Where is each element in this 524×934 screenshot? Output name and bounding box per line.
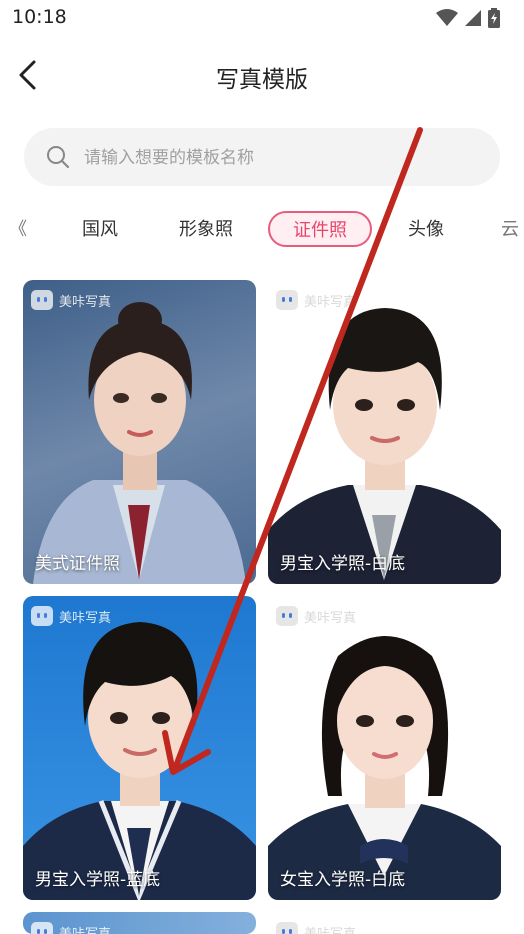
battery-icon [488, 8, 500, 28]
template-card[interactable]: 美咔写真 男宝入学照-蓝底 [23, 596, 256, 900]
watermark: 美咔写真 [31, 922, 111, 934]
status-bar: 10:18 [0, 0, 524, 36]
template-card[interactable]: 美咔写真 [23, 912, 256, 934]
template-card[interactable]: 美咔写真 男宝入学照-白底 [268, 280, 501, 584]
wifi-icon [436, 9, 458, 26]
card-caption: 男宝入学照-白底 [280, 554, 406, 574]
status-icons [436, 8, 500, 28]
brand-logo-icon [276, 922, 298, 934]
brand-logo-icon [31, 922, 53, 934]
status-time: 10:18 [12, 6, 67, 28]
tab-partial-right[interactable]: 云 [500, 206, 520, 254]
category-tabs: 《 国风 形象照 证件照 头像 云 [0, 206, 524, 254]
search-icon [47, 146, 70, 169]
tab-xingxiangzhao[interactable]: 形象照 [168, 206, 244, 254]
tab-touxiang[interactable]: 头像 [396, 206, 456, 254]
template-card[interactable]: 美咔写真 美式证件照 [23, 280, 256, 584]
watermark: 美咔写真 [276, 922, 356, 934]
search-input[interactable] [82, 128, 486, 188]
watermark: 美咔写真 [276, 290, 356, 310]
watermark: 美咔写真 [276, 606, 356, 626]
template-card[interactable]: 美咔写真 女宝入学照-白底 [268, 596, 501, 900]
portrait-image [33, 302, 246, 584]
tab-zhengjianzhao[interactable]: 证件照 [268, 211, 372, 247]
page-title: 写真模版 [216, 67, 308, 93]
template-card[interactable]: 美咔写真 [268, 912, 501, 934]
watermark: 美咔写真 [31, 290, 111, 310]
portrait-image [23, 622, 256, 900]
search-bar[interactable] [24, 128, 500, 188]
watermark: 美咔写真 [31, 606, 111, 626]
tab-guofeng[interactable]: 国风 [70, 206, 130, 254]
portrait-image [268, 308, 501, 584]
brand-logo-icon [31, 606, 53, 626]
nav-bar: 写真模版 [0, 46, 524, 106]
portrait-image [268, 636, 501, 900]
signal-icon [465, 10, 481, 26]
brand-logo-icon [276, 606, 298, 626]
card-caption: 女宝入学照-白底 [280, 870, 406, 890]
brand-logo-icon [31, 290, 53, 310]
card-caption: 美式证件照 [35, 554, 120, 574]
brand-logo-icon [276, 290, 298, 310]
tab-partial-left[interactable]: 《 [8, 206, 28, 254]
card-caption: 男宝入学照-蓝底 [35, 870, 161, 890]
